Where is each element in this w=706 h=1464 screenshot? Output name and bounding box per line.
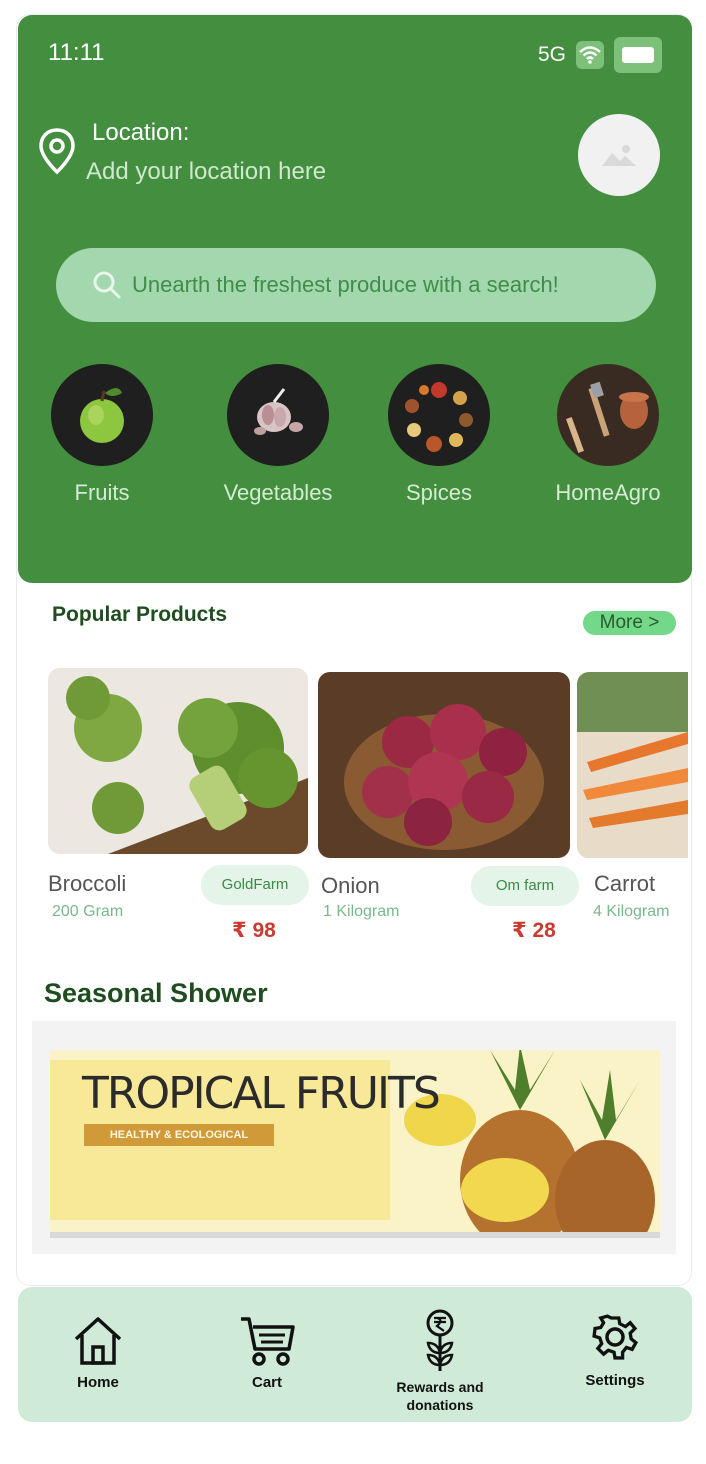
category-spices[interactable]: Spices xyxy=(369,364,509,506)
broccoli-image xyxy=(48,668,308,854)
image-placeholder-icon xyxy=(602,145,636,166)
onion-image xyxy=(318,672,570,858)
product-card-onion[interactable] xyxy=(318,672,570,858)
seasonal-title: Seasonal Shower xyxy=(44,978,268,1008)
search-icon xyxy=(93,271,121,299)
avatar[interactable] xyxy=(578,114,660,196)
network-label: 5G xyxy=(537,43,566,66)
category-label: HomeAgro xyxy=(555,480,661,505)
status-time: 11:11 xyxy=(48,39,105,66)
product-qty: 4 Kilogram xyxy=(593,903,670,920)
more-button[interactable]: More > xyxy=(583,611,676,635)
category-label: Vegetables xyxy=(223,480,333,505)
category-label: Spices xyxy=(405,480,473,505)
farm-badge[interactable]: Om farm xyxy=(471,866,579,906)
category-fruits[interactable]: Fruits xyxy=(32,364,172,506)
nav-label: Settings xyxy=(585,1372,645,1389)
product-qty: 200 Gram xyxy=(52,903,124,920)
product-card-broccoli[interactable] xyxy=(48,668,308,854)
search-placeholder: Unearth the freshest produce with a sear… xyxy=(132,272,559,297)
status-bar-right: 5G xyxy=(538,37,662,73)
wifi-icon xyxy=(576,41,604,69)
category-homeagro[interactable]: HomeAgro xyxy=(538,364,678,506)
nav-label: Cart xyxy=(251,1374,282,1391)
product-qty: 1 Kilogram xyxy=(323,903,400,920)
search-bar[interactable]: Unearth the freshest produce with a sear… xyxy=(56,248,656,322)
location-pin-icon[interactable] xyxy=(38,127,76,180)
rewards-rupee-plant-icon xyxy=(426,1309,454,1371)
category-vegetables[interactable]: Vegetables xyxy=(208,364,348,506)
home-icon xyxy=(74,1317,122,1365)
bottom-nav: Home Cart Rewards and donations Settings xyxy=(18,1287,692,1422)
popular-products-title: Popular Products xyxy=(52,603,228,626)
header-panel: 11:11 5G Location: Add your location her… xyxy=(18,15,692,583)
product-price: ₹ 28 xyxy=(512,919,556,942)
nav-cart[interactable]: Cart xyxy=(232,1315,302,1391)
product-card-carrot[interactable] xyxy=(577,672,688,858)
gear-icon xyxy=(592,1314,639,1360)
gardening-tools-image xyxy=(557,364,659,466)
cart-icon xyxy=(241,1317,295,1366)
nav-rewards[interactable]: Rewards and donations xyxy=(390,1309,490,1414)
nav-settings[interactable]: Settings xyxy=(578,1313,652,1389)
product-name: Broccoli xyxy=(48,871,127,896)
nav-label: Home xyxy=(77,1374,119,1391)
location-value[interactable]: Add your location here xyxy=(86,158,326,186)
seasonal-banner[interactable]: TROPICAL FRUITS HEALTHY & ECOLOGICAL xyxy=(50,1050,660,1238)
nav-label: Rewards and donations xyxy=(396,1379,484,1413)
banner-title: TROPICAL FRUITS xyxy=(82,1068,441,1119)
garlic-image xyxy=(227,364,329,466)
product-name: Onion xyxy=(321,873,380,898)
product-price: ₹ 98 xyxy=(232,919,276,942)
category-label: Fruits xyxy=(74,480,130,505)
apple-image xyxy=(51,364,153,466)
location-label: Location: xyxy=(92,119,190,146)
battery-icon xyxy=(614,37,662,73)
spices-image xyxy=(388,364,490,466)
farm-badge[interactable]: GoldFarm xyxy=(201,865,309,905)
banner-subtitle: HEALTHY & ECOLOGICAL xyxy=(84,1124,274,1146)
product-name: Carrot xyxy=(594,871,656,896)
nav-home[interactable]: Home xyxy=(60,1315,136,1391)
carrot-image xyxy=(577,672,688,858)
